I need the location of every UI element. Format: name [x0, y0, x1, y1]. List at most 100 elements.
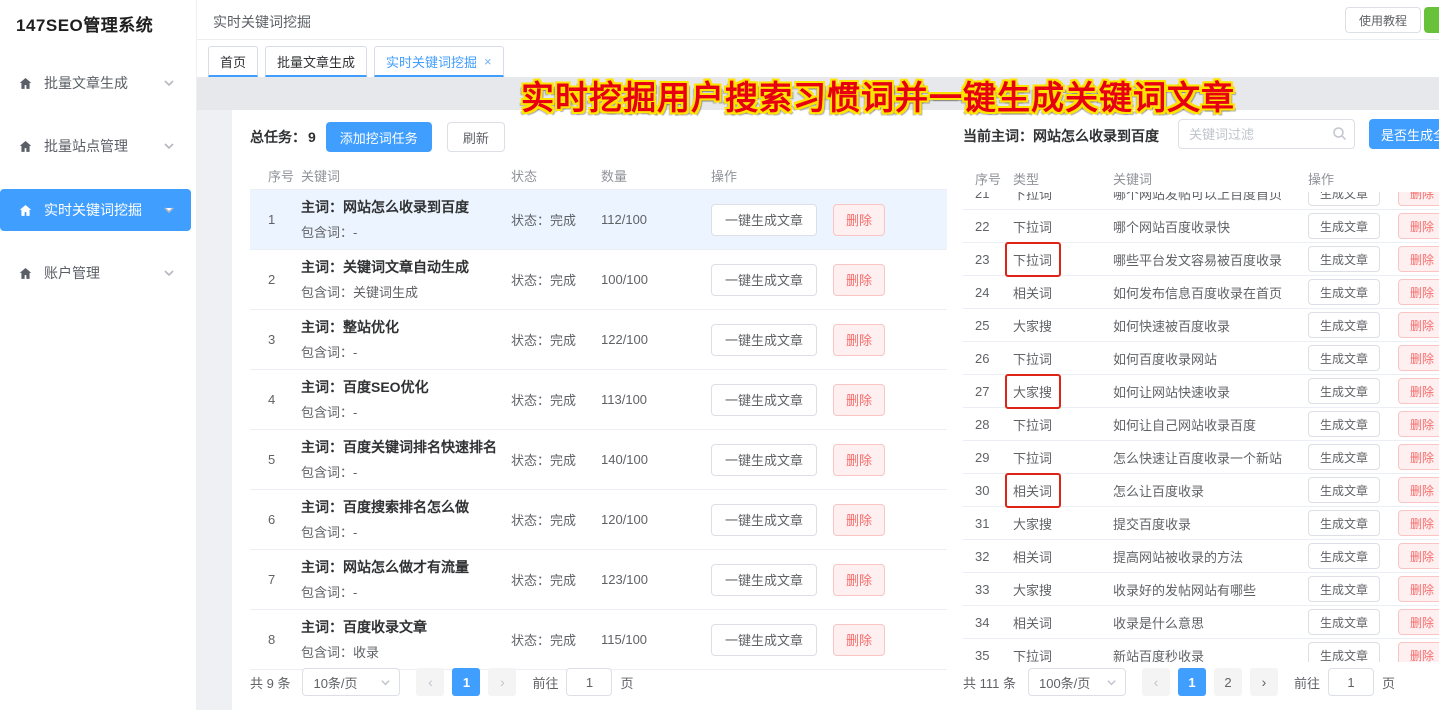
tasks-toolbar: 总任务： 9 添加挖词任务 刷新 — [250, 122, 505, 152]
delete-button[interactable]: 删除 — [1398, 279, 1439, 305]
chevron-down-icon[interactable] — [163, 77, 175, 89]
promo-banner-text: 实时挖掘用户搜索习惯词并一键生成关键词文章 — [232, 71, 1439, 115]
task-count: 100/100 — [601, 272, 711, 287]
add-task-button[interactable]: 添加挖词任务 — [326, 122, 432, 152]
generate-article-button[interactable]: 生成文章 — [1308, 510, 1380, 536]
delete-button[interactable]: 删除 — [1398, 510, 1439, 536]
task-status: 状态：完成 — [511, 210, 601, 229]
sidebar-item-3[interactable]: 实时关键词挖掘 — [0, 189, 191, 231]
generate-article-button[interactable]: 一键生成文章 — [711, 444, 817, 476]
delete-button[interactable]: 删除 — [1398, 345, 1439, 371]
delete-button[interactable]: 删除 — [1398, 411, 1439, 437]
generate-article-button[interactable]: 生成文章 — [1308, 444, 1380, 470]
generate-article-button[interactable]: 一键生成文章 — [711, 384, 817, 416]
generate-article-button[interactable]: 生成文章 — [1308, 213, 1380, 239]
keyword-text: 收录是什么意思 — [1113, 613, 1308, 632]
generate-article-button[interactable]: 生成文章 — [1308, 477, 1380, 503]
delete-button[interactable]: 删除 — [1398, 576, 1439, 602]
delete-button[interactable]: 删除 — [1398, 642, 1439, 662]
task-count: 140/100 — [601, 452, 711, 467]
refresh-button[interactable]: 刷新 — [447, 122, 505, 152]
row-number: 34 — [975, 615, 1013, 630]
task-row[interactable]: 3 主词：整站优化 包含词：- 状态：完成 122/100 一键生成文章 删除 — [250, 310, 947, 370]
goto-page-input[interactable] — [1328, 668, 1374, 696]
delete-button[interactable]: 删除 — [833, 204, 885, 236]
delete-button[interactable]: 删除 — [833, 444, 885, 476]
delete-button[interactable]: 删除 — [833, 384, 885, 416]
search-icon — [1332, 126, 1347, 141]
page-size-select[interactable]: 100条/页 — [1028, 668, 1126, 696]
generate-article-button[interactable]: 生成文章 — [1308, 609, 1380, 635]
prev-page-button[interactable]: ‹ — [416, 668, 444, 696]
next-page-button[interactable]: › — [1250, 668, 1278, 696]
chevron-down-icon[interactable] — [163, 204, 175, 216]
total-tasks-label: 总任务： — [250, 127, 306, 147]
task-row[interactable]: 1 主词：网站怎么收录到百度 包含词：- 状态：完成 112/100 一键生成文… — [250, 190, 947, 250]
prev-page-button[interactable]: ‹ — [1142, 668, 1170, 696]
delete-button[interactable]: 删除 — [1398, 444, 1439, 470]
generate-article-button[interactable]: 生成文章 — [1308, 411, 1380, 437]
delete-button[interactable]: 删除 — [1398, 213, 1439, 239]
chevron-down-icon[interactable] — [163, 140, 175, 152]
generate-article-button[interactable]: 生成文章 — [1308, 543, 1380, 569]
generate-toggle-button[interactable]: 是否生成全 — [1369, 119, 1439, 149]
row-number: 25 — [975, 318, 1013, 333]
task-row[interactable]: 5 主词：百度关键词排名快速排名 包含词：- 状态：完成 140/100 一键生… — [250, 430, 947, 490]
chevron-down-icon[interactable] — [163, 267, 175, 279]
generate-article-button[interactable]: 生成文章 — [1308, 312, 1380, 338]
task-main-keyword: 主词：整站优化 — [301, 317, 497, 338]
delete-button[interactable]: 删除 — [833, 504, 885, 536]
keywords-table-viewport[interactable]: 21 下拉词 哪个网站发帖可以上百度首页 生成文章 删除 22 下拉词 哪个网站… — [963, 192, 1439, 662]
task-row[interactable]: 8 主词：百度收录文章 包含词：收录 状态：完成 115/100 一键生成文章 … — [250, 610, 947, 670]
delete-button[interactable]: 删除 — [1398, 543, 1439, 569]
tab-close-icon[interactable]: × — [484, 55, 492, 68]
tab-label: 实时关键词挖掘 — [386, 52, 477, 71]
generate-article-button[interactable]: 生成文章 — [1308, 378, 1380, 404]
row-number: 8 — [268, 632, 301, 647]
task-count: 112/100 — [601, 212, 711, 227]
generate-article-button[interactable]: 生成文章 — [1308, 642, 1380, 662]
task-row[interactable]: 6 主词：百度搜索排名怎么做 包含词：- 状态：完成 120/100 一键生成文… — [250, 490, 947, 550]
generate-article-button[interactable]: 一键生成文章 — [711, 624, 817, 656]
row-number: 28 — [975, 417, 1013, 432]
keyword-filter-input[interactable] — [1178, 119, 1355, 149]
page-button-1[interactable]: 1 — [452, 668, 480, 696]
generate-article-button[interactable]: 生成文章 — [1308, 345, 1380, 371]
delete-button[interactable]: 删除 — [1398, 192, 1439, 206]
task-main-keyword: 主词：网站怎么做才有流量 — [301, 557, 497, 578]
generate-article-button[interactable]: 一键生成文章 — [711, 324, 817, 356]
generate-article-button[interactable]: 生成文章 — [1308, 576, 1380, 602]
next-page-button[interactable]: › — [488, 668, 516, 696]
task-row[interactable]: 4 主词：百度SEO优化 包含词：- 状态：完成 113/100 一键生成文章 … — [250, 370, 947, 430]
generate-article-button[interactable]: 一键生成文章 — [711, 264, 817, 296]
sidebar-item-4[interactable]: 账户管理 — [0, 252, 191, 294]
sidebar-item-1[interactable]: 批量文章生成 — [0, 62, 191, 104]
partial-green-button[interactable] — [1424, 7, 1439, 33]
generate-article-button[interactable]: 生成文章 — [1308, 192, 1380, 206]
delete-button[interactable]: 删除 — [1398, 477, 1439, 503]
sidebar-item-2[interactable]: 批量站点管理 — [0, 125, 191, 167]
generate-article-button[interactable]: 一键生成文章 — [711, 564, 817, 596]
task-row[interactable]: 2 主词：关键词文章自动生成 包含词：关键词生成 状态：完成 100/100 一… — [250, 250, 947, 310]
delete-button[interactable]: 删除 — [833, 564, 885, 596]
page-button-2[interactable]: 2 — [1214, 668, 1242, 696]
delete-button[interactable]: 删除 — [1398, 312, 1439, 338]
page-size-select[interactable]: 10条/页 — [302, 668, 400, 696]
generate-article-button[interactable]: 生成文章 — [1308, 246, 1380, 272]
generate-article-button[interactable]: 一键生成文章 — [711, 204, 817, 236]
row-number: 35 — [975, 648, 1013, 663]
delete-button[interactable]: 删除 — [833, 264, 885, 296]
generate-article-button[interactable]: 一键生成文章 — [711, 504, 817, 536]
delete-button[interactable]: 删除 — [1398, 246, 1439, 272]
tutorial-button[interactable]: 使用教程 — [1345, 7, 1421, 33]
delete-button[interactable]: 删除 — [1398, 609, 1439, 635]
task-actions: 一键生成文章 删除 — [711, 204, 947, 236]
task-row[interactable]: 7 主词：网站怎么做才有流量 包含词：- 状态：完成 123/100 一键生成文… — [250, 550, 947, 610]
generate-article-button[interactable]: 生成文章 — [1308, 279, 1380, 305]
page-size-value: 10条/页 — [313, 673, 357, 692]
page-button-1[interactable]: 1 — [1178, 668, 1206, 696]
delete-button[interactable]: 删除 — [1398, 378, 1439, 404]
delete-button[interactable]: 删除 — [833, 324, 885, 356]
delete-button[interactable]: 删除 — [833, 624, 885, 656]
goto-page-input[interactable] — [566, 668, 612, 696]
